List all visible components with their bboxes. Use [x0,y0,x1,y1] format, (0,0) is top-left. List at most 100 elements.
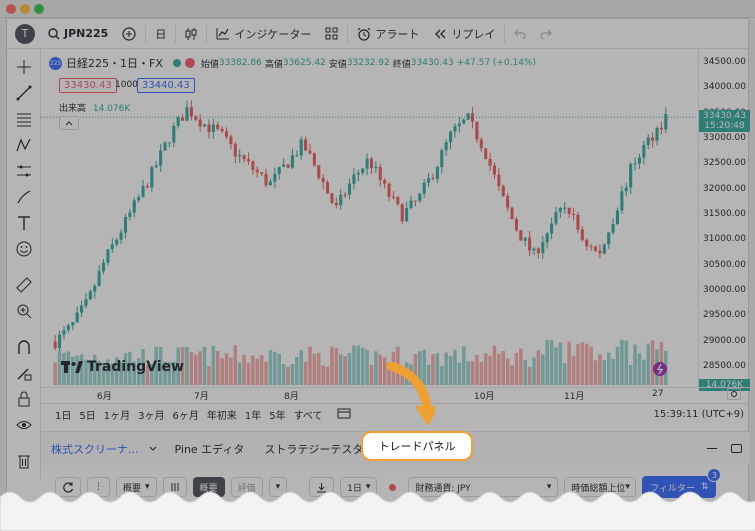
volume-bar [558,342,563,385]
period-1m[interactable]: 1ヶ月 [100,407,134,422]
sell-price-button[interactable]: 33430.43 [59,78,117,93]
period-1y[interactable]: 1年 [241,407,265,422]
candle-body [299,139,303,156]
price-axis[interactable]: 34500.0034000.0033500.0033000.0032500.00… [698,49,750,391]
candle-body [93,286,97,292]
trend-line-tool[interactable] [14,83,34,103]
alert-button[interactable]: アラート [350,19,426,49]
candle-body [163,142,167,151]
period-6m[interactable]: 6ヶ月 [169,407,203,422]
candle-body [220,128,224,132]
period-5y[interactable]: 5年 [265,407,289,422]
price-label: 29500.00 [703,310,746,321]
volume-bar [198,351,202,385]
minimize-panel-icon[interactable] [707,448,717,449]
pattern-tool[interactable] [14,135,34,155]
candle-body [470,113,475,122]
emoji-tool[interactable] [14,239,34,259]
lock-drawings-tool[interactable] [14,389,34,409]
lightning-badge[interactable] [653,362,667,376]
candle-body [123,216,128,233]
chart-pane[interactable]: 225 日経225・1日・FX 始値 33382.86 高値 33625.42 安値… [41,49,750,391]
candle-body [374,166,378,169]
measure-tool[interactable] [14,275,34,295]
chevron-down-icon[interactable] [149,446,157,451]
candle-body [646,137,650,145]
collapse-legend-button[interactable] [59,116,79,130]
period-ytd[interactable]: 年初来 [203,407,241,422]
projection-icon [17,165,31,177]
redo-button[interactable] [533,19,559,49]
period-5d[interactable]: 5日 [75,407,99,422]
period-1d[interactable]: 1日 [51,407,75,422]
stay-drawing-tool[interactable] [14,363,34,383]
candle-body [128,212,132,217]
volume-bar [312,353,317,385]
volume-bar [189,352,194,385]
last-price-value: 33430.43 [703,111,746,122]
candle-body [75,312,79,323]
interval-button[interactable]: 日 [148,19,173,49]
remove-drawings-tool[interactable] [14,451,34,471]
zoom-tool[interactable] [14,301,34,321]
undo-button[interactable] [507,19,533,49]
candle-body [189,107,193,117]
volume-bar [277,353,281,385]
volume-bar [527,366,532,385]
candle-body [418,193,422,201]
fib-tool[interactable] [14,109,34,129]
brush-tool[interactable] [14,187,34,207]
legend-symbol-name[interactable]: 日経225・1日・FX [66,55,163,71]
alarm-clock-icon [357,27,371,41]
maximize-window-button[interactable] [34,4,44,14]
volume-bar [440,365,444,385]
volume-legend: 出来高 14.076K [59,101,130,114]
candle-body [528,237,532,251]
minimize-window-button[interactable] [20,4,30,14]
volume-bar [343,356,347,385]
symbol-search-button[interactable]: JPN225 [41,19,115,49]
period-all[interactable]: すべて [290,407,327,422]
clock[interactable]: 15:39:11 (UTC+9) [654,409,744,420]
chart-type-button[interactable] [178,19,204,49]
templates-button[interactable] [318,19,345,49]
trash-icon [18,455,30,469]
trade-panel-tab-highlight[interactable]: トレードパネル [361,431,473,461]
volume-bar [220,358,224,385]
bar-countdown: 15:20:48 [704,121,745,132]
candle-body [409,200,413,208]
volume-bar [541,354,545,385]
volume-value: 14.076K [92,104,131,114]
volume-bar [589,346,593,385]
close-window-button[interactable] [6,4,16,14]
crosshair-tool[interactable] [14,57,34,77]
maximize-panel-icon[interactable] [731,444,742,453]
period-3m[interactable]: 3ヶ月 [134,407,168,422]
axis-settings-button[interactable] [727,388,741,400]
goto-date-button[interactable] [333,407,355,422]
tab-stock-screener[interactable]: 株式スクリーナ... [41,441,149,457]
volume-bar [549,339,554,385]
volume-bar [378,354,383,385]
text-tool[interactable] [14,213,34,233]
compare-button[interactable] [115,19,143,49]
indicators-button[interactable]: インジケーター [209,19,318,49]
tab-pine-editor[interactable]: Pine エディタ [165,441,255,457]
projection-tool[interactable] [14,161,34,181]
replay-button[interactable]: リプレイ [426,19,502,49]
candle-body [295,155,299,157]
buy-price-button[interactable]: 33440.43 [137,78,195,93]
magnet-tool[interactable] [14,337,34,357]
volume-bar [514,352,519,385]
candle-body [620,191,624,211]
volume-bar [642,359,646,385]
candle-body [347,183,352,195]
avatar[interactable]: T [15,23,35,44]
hide-drawings-tool[interactable] [14,415,34,435]
window: T JPN225 日 インジケーター アラート リプレイ 225 日経225・1… [0,0,755,531]
candle-body [185,107,189,121]
candle-body [383,180,387,184]
crosshair-icon [17,60,31,74]
volume-bar [567,341,571,385]
last-price-tag: 33430.43 15:20:48 [699,110,750,133]
